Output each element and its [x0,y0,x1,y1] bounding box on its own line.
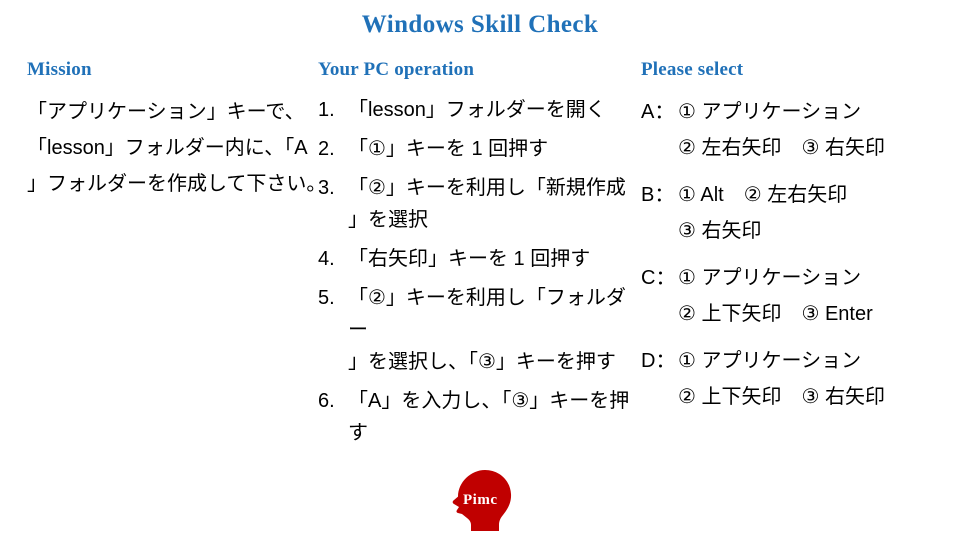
step-line: 「A」を入力し、「③」キーを押 [348,390,630,412]
option-key: D： [641,350,676,372]
operation-step: 2. 「①」キーを 1 回押す [318,133,636,165]
operation-step: 1. 「lesson」フォルダーを開く [318,94,636,126]
operation-column: Your PC operation 1. 「lesson」フォルダーを開く 2.… [318,58,636,456]
operation-step: 4. 「右矢印」キーを 1 回押す [318,243,636,275]
mission-line: 」フォルダーを作成して下さい。 [27,173,327,195]
step-number: 3. [318,177,335,199]
step-text: 「②」キーを利用し「フォルダー 」を選択し、「③」キーを押す [348,282,636,378]
step-text: 「A」を入力し、「③」キーを押 す [348,385,636,449]
step-line: 」を選択し、「③」キーを押す [348,351,616,373]
answer-option-b[interactable]: B： ① Alt ② 左右矢印 ③ 右矢印 [641,177,951,249]
option-key: C： [641,267,676,289]
mission-line: 「アプリケーション」キーで、 [27,101,305,123]
option-line: ② 上下矢印 ③ Enter [678,303,873,325]
step-number: 2. [318,138,335,160]
pimc-logo: Pimc [449,468,513,534]
slide-canvas: Windows Skill Check Mission 「アプリケーション」キー… [0,0,960,538]
answer-option-list: A： ① アプリケーション ② 左右矢印 ③ 右矢印 B： ① Alt ② 左右… [641,94,951,415]
mission-body: 「アプリケーション」キーで、 「lesson」フォルダー内に、「A 」フォルダー… [27,94,327,202]
option-line: ② 上下矢印 ③ 右矢印 [678,386,885,408]
answer-option-d[interactable]: D： ① アプリケーション ② 上下矢印 ③ 右矢印 [641,343,951,415]
step-text: 「右矢印」キーを 1 回押す [348,243,636,275]
step-line: 「②」キーを利用し「フォルダー [348,287,626,341]
step-text: 「lesson」フォルダーを開く [348,94,636,126]
step-text: 「①」キーを 1 回押す [348,133,636,165]
mission-column: Mission 「アプリケーション」キーで、 「lesson」フォルダー内に、「… [27,58,327,202]
step-line: 」を選択 [348,209,428,231]
step-line: す [348,422,368,444]
mission-line: 「lesson」フォルダー内に、「A [27,137,308,159]
step-line: 「右矢印」キーを 1 回押す [348,248,591,270]
operation-heading: Your PC operation [318,59,475,80]
select-heading: Please select [641,59,744,80]
step-line: 「①」キーを 1 回押す [348,138,549,160]
operation-step-list: 1. 「lesson」フォルダーを開く 2. 「①」キーを 1 回押す 3. 「… [318,94,636,449]
option-line: ① アプリケーション [678,267,862,289]
option-line: ① アプリケーション [678,101,862,123]
logo-wordmark: Pimc [463,492,498,508]
operation-step: 3. 「②」キーを利用し「新規作成 」を選択 [318,172,636,236]
answer-option-c[interactable]: C： ① アプリケーション ② 上下矢印 ③ Enter [641,260,951,332]
step-line: 「②」キーを利用し「新規作成 [348,177,626,199]
operation-step: 6. 「A」を入力し、「③」キーを押 す [318,385,636,449]
mission-heading: Mission [27,59,92,80]
option-line: ② 左右矢印 ③ 右矢印 [678,137,885,159]
answer-option-a[interactable]: A： ① アプリケーション ② 左右矢印 ③ 右矢印 [641,94,951,166]
step-number: 5. [318,287,335,309]
page-title: Windows Skill Check [361,11,599,38]
option-line: ① Alt ② 左右矢印 [678,184,848,206]
step-number: 1. [318,99,335,121]
step-number: 6. [318,390,335,412]
step-line: 「lesson」フォルダーを開く [348,99,606,121]
step-text: 「②」キーを利用し「新規作成 」を選択 [348,172,636,236]
option-line: ① アプリケーション [678,350,862,372]
option-line: ③ 右矢印 [678,220,762,242]
operation-step: 5. 「②」キーを利用し「フォルダー 」を選択し、「③」キーを押す [318,282,636,378]
option-key: A： [641,101,675,123]
option-key: B： [641,184,675,206]
select-column: Please select A： ① アプリケーション ② 左右矢印 ③ 右矢印… [641,58,951,426]
step-number: 4. [318,248,335,270]
